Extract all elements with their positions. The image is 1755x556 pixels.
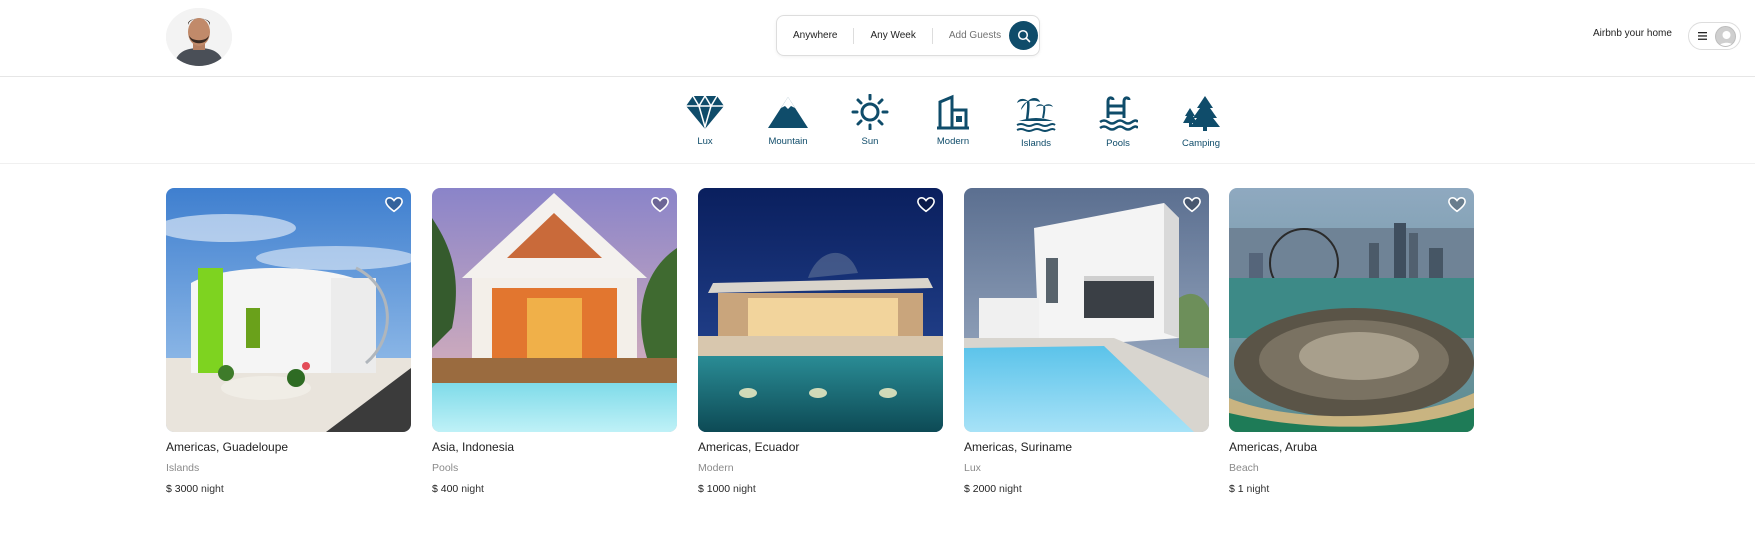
diamond-icon bbox=[686, 94, 724, 130]
mountain-icon bbox=[768, 97, 808, 128]
price-unit: night bbox=[201, 483, 224, 495]
listing-price: $ 3000 night bbox=[166, 483, 411, 496]
listing-card[interactable]: Americas, Ecuador Modern $ 1000 night bbox=[698, 188, 943, 496]
category-bar: Lux Mountain Sun Modern Islands Pools Ca… bbox=[0, 77, 1755, 164]
listing-price: $ 2000 night bbox=[964, 483, 1209, 496]
listing-price: $ 400 night bbox=[432, 483, 677, 496]
listing-photo[interactable] bbox=[964, 188, 1209, 432]
price-unit: night bbox=[1246, 483, 1270, 495]
profile-logo[interactable] bbox=[166, 8, 232, 66]
modern-building-icon bbox=[937, 94, 969, 130]
search-where[interactable]: Anywhere bbox=[777, 28, 853, 44]
pine-trees-icon bbox=[1183, 96, 1220, 131]
listing-category: Islands bbox=[166, 462, 200, 474]
category-label: Lux bbox=[697, 136, 713, 147]
category-label: Camping bbox=[1181, 138, 1221, 149]
hamburger-icon bbox=[1698, 32, 1707, 40]
listing-location: Americas, Ecuador bbox=[698, 440, 800, 454]
palm-island-icon bbox=[1016, 98, 1056, 132]
listing-photo-image bbox=[166, 188, 411, 432]
category-label: Sun bbox=[861, 136, 879, 147]
listing-card[interactable]: Asia, Indonesia Pools $ 400 night bbox=[432, 188, 677, 496]
category-sun[interactable]: Sun bbox=[835, 94, 905, 147]
price-unit: night bbox=[999, 483, 1022, 495]
listing-photo-image bbox=[698, 188, 943, 432]
listing-photo-image bbox=[432, 188, 677, 432]
sun-icon bbox=[851, 94, 889, 130]
listing-card[interactable]: Americas, Guadeloupe Islands $ 3000 nigh… bbox=[166, 188, 411, 496]
price-unit: night bbox=[733, 483, 756, 495]
search-when[interactable]: Any Week bbox=[854, 28, 931, 44]
top-header: Anywhere Any Week Add Guests Airbnb your… bbox=[0, 0, 1755, 77]
category-label: Mountain bbox=[768, 136, 808, 147]
heart-icon[interactable] bbox=[385, 196, 403, 214]
price-amount: $ 400 bbox=[432, 483, 459, 495]
listing-location: Americas, Suriname bbox=[964, 440, 1073, 454]
category-label: Islands bbox=[1020, 138, 1052, 149]
price-amount: $ 2000 bbox=[964, 483, 997, 495]
profile-photo-icon bbox=[166, 8, 232, 66]
listing-location: Asia, Indonesia bbox=[432, 440, 515, 454]
category-islands[interactable]: Islands bbox=[1001, 94, 1071, 149]
listing-category: Lux bbox=[964, 462, 981, 474]
listing-price: $ 1 night bbox=[1229, 483, 1474, 496]
listing-card[interactable]: Americas, Aruba Beach $ 1 night bbox=[1229, 188, 1474, 496]
listing-price: $ 1000 night bbox=[698, 483, 943, 496]
price-unit: night bbox=[461, 483, 484, 495]
category-mountain[interactable]: Mountain bbox=[753, 94, 823, 147]
category-pools[interactable]: Pools bbox=[1083, 94, 1153, 149]
search-guests[interactable]: Add Guests bbox=[933, 28, 1009, 44]
listing-category: Pools bbox=[432, 462, 459, 474]
pool-ladder-icon bbox=[1099, 96, 1138, 131]
listing-photo[interactable] bbox=[432, 188, 677, 432]
listing-photo-image bbox=[964, 188, 1209, 432]
listing-photo[interactable] bbox=[1229, 188, 1474, 432]
price-amount: $ 1000 bbox=[698, 483, 731, 495]
category-label: Modern bbox=[936, 136, 970, 147]
listing-category: Modern bbox=[698, 462, 734, 474]
category-camping[interactable]: Camping bbox=[1166, 94, 1236, 149]
listing-category: Beach bbox=[1229, 462, 1259, 474]
listing-card[interactable]: Americas, Suriname Lux $ 2000 night bbox=[964, 188, 1209, 496]
listing-location: Americas, Aruba bbox=[1229, 440, 1318, 454]
heart-icon[interactable] bbox=[1448, 196, 1466, 214]
category-label: Pools bbox=[1106, 138, 1130, 149]
listing-photo[interactable] bbox=[166, 188, 411, 432]
search-bar[interactable]: Anywhere Any Week Add Guests bbox=[776, 15, 1040, 56]
heart-icon[interactable] bbox=[1183, 196, 1201, 214]
user-menu-button[interactable] bbox=[1688, 22, 1741, 50]
search-button[interactable] bbox=[1009, 21, 1039, 50]
listing-photo[interactable] bbox=[698, 188, 943, 432]
user-avatar-icon bbox=[1715, 25, 1736, 47]
price-amount: $ 1 bbox=[1229, 483, 1244, 495]
host-link[interactable]: Airbnb your home bbox=[1593, 28, 1672, 39]
category-lux[interactable]: Lux bbox=[670, 94, 740, 147]
search-icon bbox=[1017, 29, 1030, 42]
category-modern[interactable]: Modern bbox=[918, 94, 988, 147]
price-amount: $ 3000 bbox=[166, 483, 199, 495]
listing-location: Americas, Guadeloupe bbox=[166, 440, 289, 454]
listing-photo-image bbox=[1229, 188, 1474, 432]
heart-icon[interactable] bbox=[917, 196, 935, 214]
heart-icon[interactable] bbox=[651, 196, 669, 214]
